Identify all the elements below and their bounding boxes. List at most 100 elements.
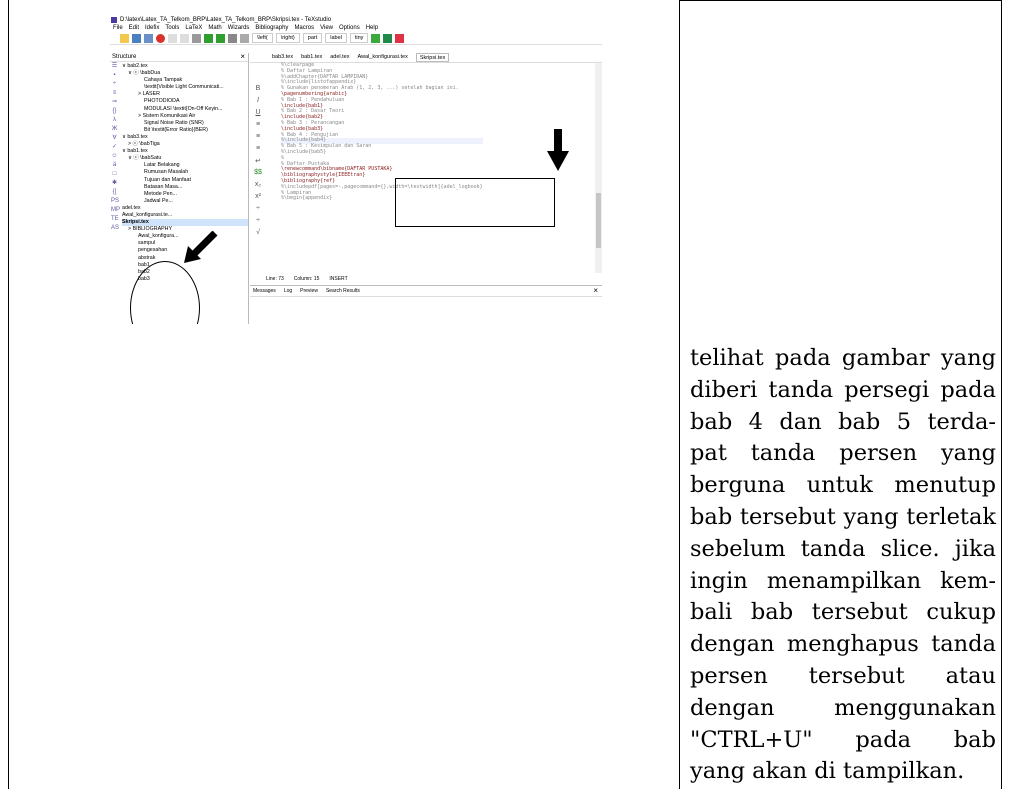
left-delimiter-select[interactable]: \left( (252, 33, 273, 43)
undo-icon[interactable] (180, 33, 189, 43)
fraction-icon[interactable]: ÷ (250, 205, 266, 217)
tree-item[interactable]: Batasan Masa... (122, 184, 248, 191)
tab-bab3[interactable]: bab3.tex (272, 53, 293, 62)
brackets-icon[interactable]: {[ (111, 189, 118, 196)
tree-item[interactable]: ∨ bab3.tex (122, 134, 248, 141)
ps-icon[interactable]: PS (111, 198, 119, 205)
cut-icon[interactable] (192, 33, 201, 43)
structure-view-icon[interactable]: ☰ (111, 63, 118, 70)
tree-item[interactable]: \textit{Visible Light Communicati... (122, 84, 248, 91)
star-icon[interactable]: ✱ (111, 180, 118, 187)
stop-icon[interactable] (228, 33, 237, 43)
tab-log[interactable]: Log (284, 286, 292, 296)
menu-math[interactable]: Math (208, 24, 221, 32)
tree-item[interactable]: Tujuan dan Manfaat (122, 177, 248, 184)
tree-item[interactable]: Metode Pen... (122, 191, 248, 198)
dfrac-icon[interactable]: ÷ (250, 217, 266, 229)
align-center-icon[interactable]: ≡ (250, 133, 266, 145)
table-icon[interactable] (371, 33, 381, 43)
align-right-icon[interactable]: ≡ (250, 145, 266, 157)
tabular-icon[interactable] (395, 33, 405, 43)
size-select[interactable]: tiny (349, 33, 369, 43)
greek-icon[interactable]: λ (111, 117, 118, 124)
editor-scrollbar[interactable] (595, 63, 602, 273)
status-bar: Line: 73 Column: 15 INSERT (266, 276, 348, 282)
tab-messages[interactable]: Messages (253, 286, 276, 296)
menu-tools[interactable]: Tools (165, 24, 179, 32)
tab-awal-konfigurasi[interactable]: Awal_konfigurasi.tex (357, 53, 407, 62)
tree-item[interactable]: Awal_konfigurasi.te... (122, 212, 248, 219)
save-icon[interactable] (144, 33, 153, 43)
misc-math-icon[interactable]: ∀ (111, 135, 118, 142)
bold-icon[interactable]: B (250, 85, 266, 97)
subscript-icon[interactable]: x₂ (250, 181, 266, 193)
as-icon[interactable]: AS (111, 225, 119, 232)
tab-skripsi[interactable]: Skripsi.tex (415, 53, 450, 62)
tree-item[interactable]: ∨ ⓒ \babSatu (122, 155, 248, 162)
menu-view[interactable]: View (320, 24, 333, 32)
menu-macros[interactable]: Macros (294, 24, 314, 32)
tab-bab1[interactable]: bab1.tex (301, 53, 322, 62)
tree-item[interactable]: Bit \textit{Error Ratio}(BER) (122, 127, 248, 134)
menu-idefix[interactable]: Idefix (145, 24, 159, 32)
view-pdf-icon[interactable] (240, 33, 249, 43)
accent-icon[interactable]: ä (111, 162, 118, 169)
mp-icon[interactable]: MP (111, 207, 120, 214)
italic-icon[interactable]: I (250, 97, 266, 109)
tab-preview[interactable]: Preview (300, 286, 318, 296)
tex-icon[interactable]: TE (111, 216, 119, 223)
delimiters-icon[interactable]: {} (111, 108, 118, 115)
arrows-icon[interactable]: ⇒ (111, 99, 118, 106)
tree-item[interactable]: adel.tex (122, 205, 248, 212)
tree-item[interactable]: MODULASI \textit{On-Off Keyin... (122, 106, 248, 113)
relations-icon[interactable]: ≡ (111, 90, 118, 97)
menu-wizards[interactable]: Wizards (228, 24, 250, 32)
tree-item[interactable]: Rumusan Masalah (122, 169, 248, 176)
newline-icon[interactable]: ↵ (250, 157, 266, 169)
menu-help[interactable]: Help (366, 24, 378, 32)
sqrt-icon[interactable]: √ (250, 229, 266, 241)
tree-item[interactable]: > LASER (122, 91, 248, 98)
menu-file[interactable]: File (113, 24, 123, 32)
menu-edit[interactable]: Edit (129, 24, 139, 32)
tab-adel[interactable]: adel.tex (330, 53, 349, 62)
underline-icon[interactable]: U (250, 109, 266, 121)
tree-item[interactable]: > Sistem Komunikasi Air (122, 113, 248, 120)
window-title-bar: D:\latex\Latex_TA_Telkom_BRP\Latex_TA_Te… (110, 16, 602, 24)
close-structure-icon[interactable]: × (240, 53, 245, 61)
symbols-icon[interactable]: □ (111, 171, 118, 178)
tree-item[interactable]: ∨ ⓒ \babDua (122, 70, 248, 77)
menu-options[interactable]: Options (339, 24, 360, 32)
tree-item-selected[interactable]: Skripsi.tex (122, 219, 248, 227)
right-delimiter-select[interactable]: \right) (275, 33, 300, 43)
tree-item[interactable]: PHOTODIODA (122, 98, 248, 105)
align-left-icon[interactable]: ≡ (250, 121, 266, 133)
cyrillic-icon[interactable]: Ж (111, 126, 118, 133)
layout-icon[interactable] (383, 33, 393, 43)
menu-latex[interactable]: LaTeX (185, 24, 202, 32)
build-run-icon[interactable] (204, 33, 213, 43)
menu-bibliography[interactable]: Bibliography (255, 24, 288, 32)
math-icon[interactable]: $$ (250, 169, 266, 181)
check-icon[interactable]: ✓ (111, 144, 118, 151)
bookmarks-icon[interactable]: ▪ (111, 72, 118, 79)
reference-select[interactable]: label (325, 33, 347, 43)
copy-icon[interactable] (168, 33, 177, 43)
close-file-icon[interactable] (156, 33, 165, 43)
tab-search-results[interactable]: Search Results (326, 286, 360, 296)
tree-item[interactable]: > ⓒ \babTiga (122, 141, 248, 148)
paragraph-line: berguna untuk menutup (690, 472, 996, 499)
tree-item[interactable]: Signal Noise Ratio (SNR) (122, 120, 248, 127)
tree-item[interactable]: Jadwal Pe... (122, 198, 248, 205)
tree-item[interactable]: Cahaya Tampak (122, 77, 248, 84)
scrollbar-thumb[interactable] (596, 193, 601, 248)
open-file-icon[interactable] (132, 33, 141, 43)
operators-icon[interactable]: ÷ (111, 81, 118, 88)
close-panel-icon[interactable]: × (593, 286, 598, 296)
new-file-icon[interactable] (120, 33, 129, 43)
sectioning-select[interactable]: part (302, 33, 323, 43)
smiley-icon[interactable]: ☺ (111, 153, 118, 160)
tree-item[interactable]: Latar Belakang (122, 162, 248, 169)
superscript-icon[interactable]: x² (250, 193, 266, 205)
run-icon[interactable] (216, 33, 225, 43)
